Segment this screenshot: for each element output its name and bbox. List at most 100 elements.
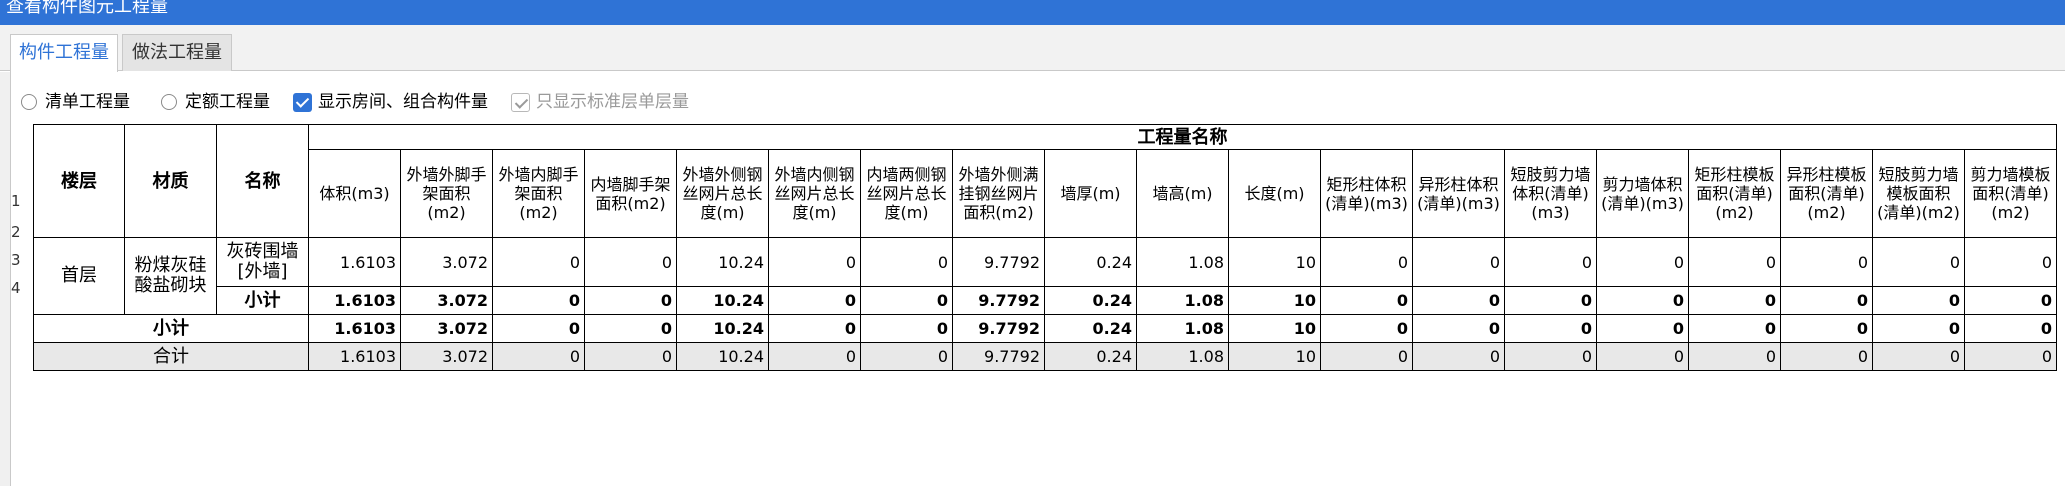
cell-value[interactable]: 3.072 [400, 286, 493, 315]
column-header[interactable]: 短肢剪力墙模板面积(清单)(m2) [1872, 149, 1965, 238]
cell-value[interactable]: 0 [768, 342, 861, 371]
cell-value[interactable]: 0 [1320, 237, 1413, 287]
cell-value[interactable]: 0 [768, 314, 861, 343]
column-header[interactable]: 短肢剪力墙体积(清单)(m3) [1504, 149, 1597, 238]
cell-value[interactable]: 10.24 [676, 342, 769, 371]
table-row-floor-subtotal[interactable]: 小计 1.6103 3.072 0 0 10.24 0 0 9.7792 0.2… [33, 314, 2057, 343]
cell-value[interactable]: 10.24 [676, 314, 769, 343]
tab-method-quantity[interactable]: 做法工程量 [122, 34, 232, 71]
cell-value[interactable]: 0 [1688, 314, 1781, 343]
cell-value[interactable]: 0 [768, 286, 861, 315]
cell-value[interactable]: 0 [860, 342, 953, 371]
cell-value[interactable]: 0 [860, 286, 953, 315]
cell-value[interactable]: 3.072 [400, 237, 493, 287]
cell-value[interactable]: 10.24 [676, 286, 769, 315]
cell-value[interactable]: 0 [584, 286, 677, 315]
cell-value[interactable]: 10.24 [676, 237, 769, 287]
cell-value[interactable]: 0 [1780, 237, 1873, 287]
cell-value[interactable]: 0 [1780, 342, 1873, 371]
cell-component-name[interactable]: 灰砖围墙[外墙] [216, 237, 309, 287]
tab-component-quantity[interactable]: 构件工程量 [10, 34, 118, 72]
cell-value[interactable]: 10 [1228, 342, 1321, 371]
cell-value[interactable]: 0 [1320, 286, 1413, 315]
cell-value[interactable]: 9.7792 [952, 286, 1045, 315]
cell-value[interactable]: 0 [1320, 342, 1413, 371]
cell-floor[interactable]: 首层 [33, 237, 125, 315]
radio-bill-quantity[interactable]: 清单工程量 [21, 87, 130, 117]
cell-value[interactable]: 0 [1504, 286, 1597, 315]
column-header[interactable]: 内墙两侧钢丝网片总长度(m) [860, 149, 953, 238]
cell-value[interactable]: 0 [1872, 237, 1965, 287]
column-header[interactable]: 异形柱模板面积(清单)(m2) [1780, 149, 1873, 238]
cell-value[interactable]: 0.24 [1044, 314, 1137, 343]
cell-value[interactable]: 0 [584, 237, 677, 287]
cell-value[interactable]: 0 [1964, 237, 2057, 287]
cell-value[interactable]: 1.6103 [308, 237, 401, 287]
table-row-subtotal[interactable]: 小计 1.6103 3.072 0 0 10.24 0 0 9.7792 0.2… [34, 286, 2057, 315]
cell-value[interactable]: 1.6103 [308, 342, 401, 371]
cell-value[interactable]: 0.24 [1044, 286, 1137, 315]
column-header[interactable]: 外墙内侧钢丝网片总长度(m) [768, 149, 861, 238]
cell-value[interactable]: 0 [492, 237, 585, 287]
header-name[interactable]: 名称 [216, 124, 309, 238]
column-header[interactable]: 长度(m) [1228, 149, 1321, 238]
cell-value[interactable]: 0 [584, 314, 677, 343]
column-header[interactable]: 外墙外脚手架面积(m2) [400, 149, 493, 238]
cell-value[interactable]: 0 [1504, 237, 1597, 287]
cell-value[interactable]: 0 [1504, 314, 1597, 343]
column-header[interactable]: 异形柱体积(清单)(m3) [1412, 149, 1505, 238]
cell-value[interactable]: 10 [1228, 314, 1321, 343]
cell-value[interactable]: 0.24 [1044, 237, 1137, 287]
cell-value[interactable]: 10 [1228, 237, 1321, 287]
cell-value[interactable]: 1.08 [1136, 342, 1229, 371]
cell-value[interactable]: 0 [1412, 314, 1505, 343]
cell-value[interactable]: 0 [1596, 314, 1689, 343]
cell-value[interactable]: 1.08 [1136, 286, 1229, 315]
cell-value[interactable]: 0 [1780, 286, 1873, 315]
column-header[interactable]: 外墙外侧满挂钢丝网片面积(m2) [952, 149, 1045, 238]
cell-material[interactable]: 粉煤灰硅酸盐砌块 [124, 237, 217, 315]
cell-value[interactable]: 0 [1964, 314, 2057, 343]
cell-value[interactable]: 0 [1412, 237, 1505, 287]
cell-value[interactable]: 0 [1596, 342, 1689, 371]
column-header[interactable]: 矩形柱体积(清单)(m3) [1320, 149, 1413, 238]
cell-value[interactable]: 1.08 [1136, 314, 1229, 343]
table-row-total[interactable]: 合计 1.6103 3.072 0 0 10.24 0 0 9.7792 0.2… [33, 342, 2057, 371]
header-floor[interactable]: 楼层 [33, 124, 125, 238]
cell-value[interactable]: 0 [1504, 342, 1597, 371]
cell-value[interactable]: 0 [492, 314, 585, 343]
cell-value[interactable]: 3.072 [400, 342, 493, 371]
column-header[interactable]: 内墙脚手架面积(m2) [584, 149, 677, 238]
column-header[interactable]: 外墙内脚手架面积(m2) [492, 149, 585, 238]
cell-value[interactable]: 0 [860, 314, 953, 343]
cell-value[interactable]: 10 [1228, 286, 1321, 315]
cell-value[interactable]: 0 [860, 237, 953, 287]
cell-value[interactable]: 0 [1596, 286, 1689, 315]
column-header[interactable]: 剪力墙体积(清单)(m3) [1596, 149, 1689, 238]
column-header[interactable]: 墙厚(m) [1044, 149, 1137, 238]
column-header[interactable]: 矩形柱模板面积(清单)(m2) [1688, 149, 1781, 238]
table-row[interactable]: 首层 粉煤灰硅酸盐砌块 灰砖围墙[外墙] 1.6103 3.072 0 0 10… [33, 237, 2057, 315]
cell-value[interactable]: 1.6103 [308, 314, 401, 343]
cell-value[interactable]: 0 [1320, 314, 1413, 343]
cell-value[interactable]: 0 [1872, 314, 1965, 343]
cell-value[interactable]: 0 [584, 342, 677, 371]
cell-value[interactable]: 9.7792 [952, 342, 1045, 371]
column-header[interactable]: 墙高(m) [1136, 149, 1229, 238]
cell-value[interactable]: 0 [1688, 342, 1781, 371]
column-header[interactable]: 体积(m3) [308, 149, 401, 238]
cell-value[interactable]: 0 [1688, 237, 1781, 287]
header-material[interactable]: 材质 [124, 124, 217, 238]
column-header[interactable]: 外墙外侧钢丝网片总长度(m) [676, 149, 769, 238]
cell-value[interactable]: 0 [1688, 286, 1781, 315]
column-header[interactable]: 剪力墙模板面积(清单)(m2) [1964, 149, 2057, 238]
cell-value[interactable]: 0 [1872, 286, 1965, 315]
cell-value[interactable]: 1.08 [1136, 237, 1229, 287]
radio-quota-quantity[interactable]: 定额工程量 [161, 87, 270, 117]
cell-value[interactable]: 9.7792 [952, 314, 1045, 343]
cell-value[interactable]: 0 [1412, 342, 1505, 371]
cell-value[interactable]: 9.7792 [952, 237, 1045, 287]
cell-value[interactable]: 0.24 [1044, 342, 1137, 371]
cell-value[interactable]: 0 [492, 286, 585, 315]
checkbox-standard-floor-only[interactable]: 只显示标准层单层量 [511, 87, 689, 117]
